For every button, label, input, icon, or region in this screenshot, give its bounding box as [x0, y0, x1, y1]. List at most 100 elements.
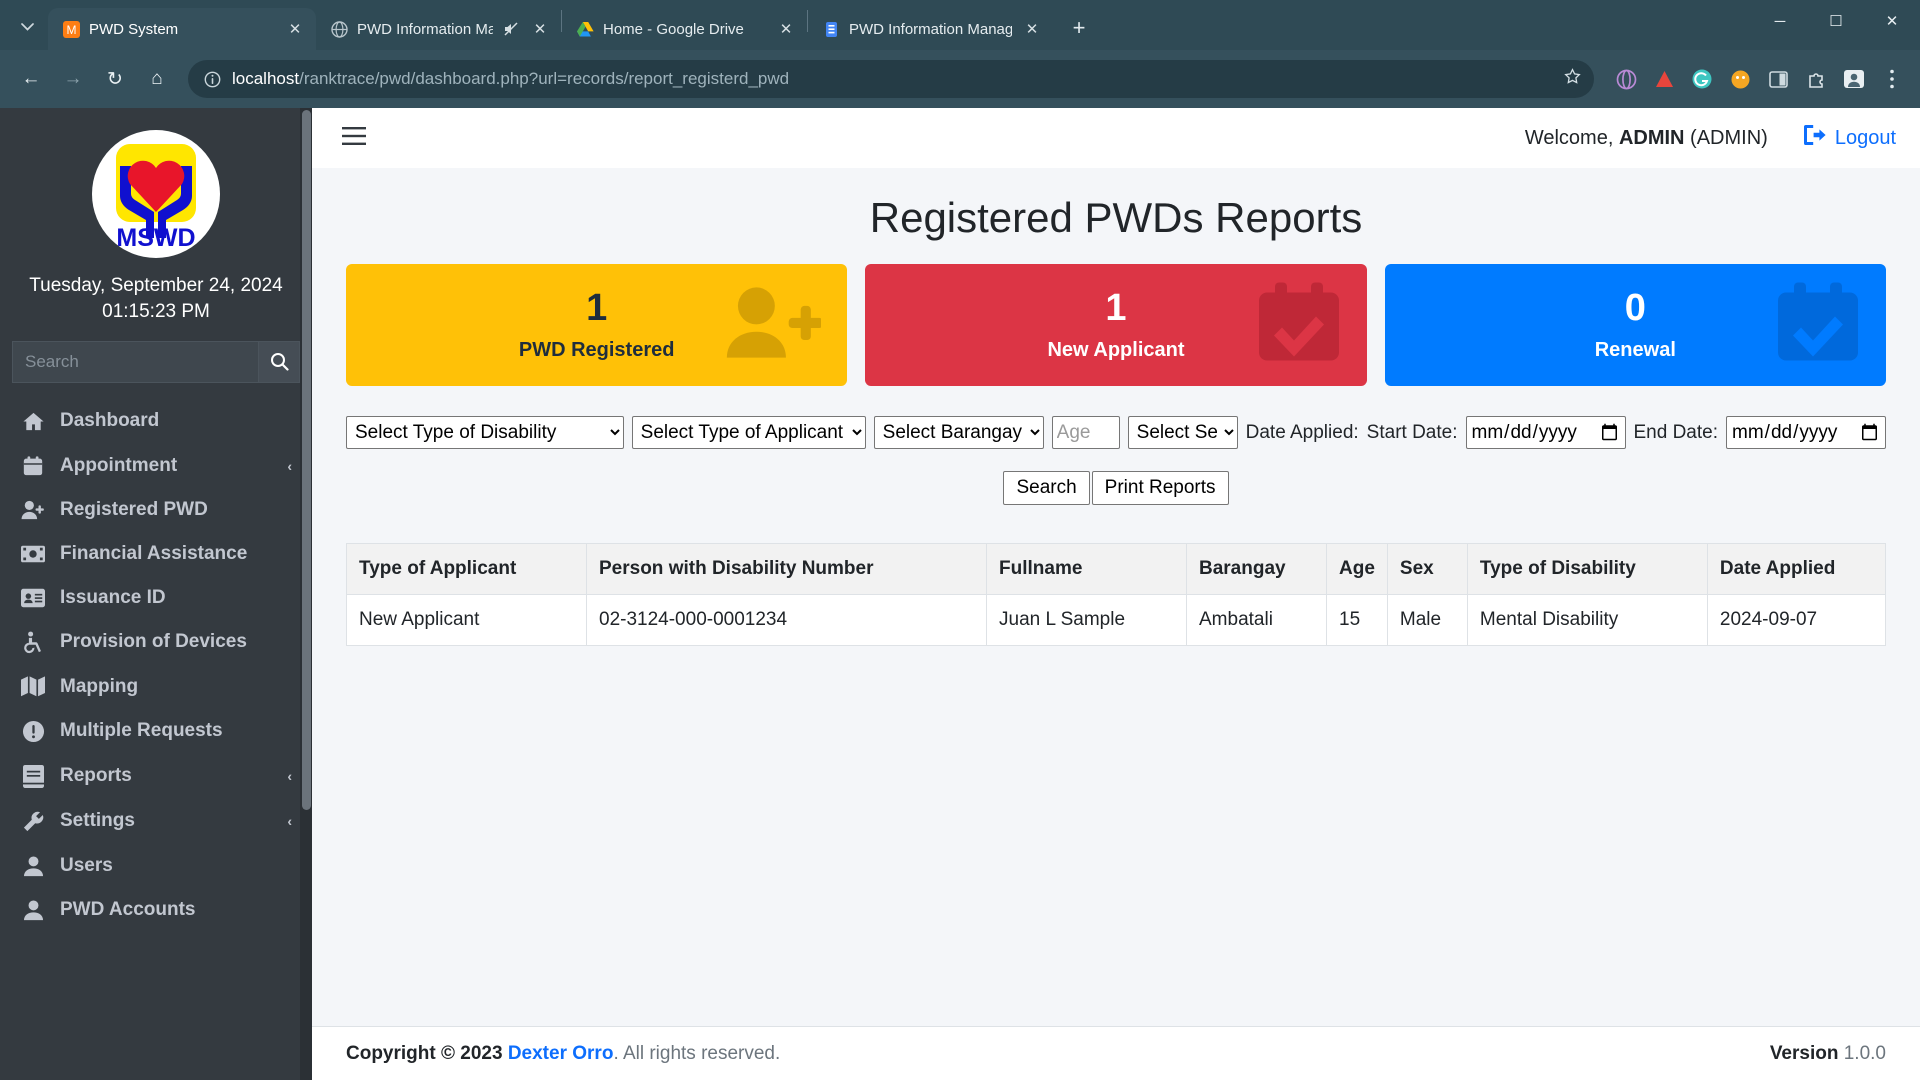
chevron-left-icon[interactable]: ‹ [287, 768, 296, 784]
author-link[interactable]: Dexter Orro [508, 1043, 614, 1064]
welcome-message: Welcome, ADMIN (ADMIN) [1525, 127, 1768, 150]
sidebar-item-reports[interactable]: Reports ‹ [0, 754, 312, 799]
sidebar-item-registered-pwd[interactable]: Registered PWD [0, 488, 312, 532]
browser-tab-pwd-info-1[interactable]: PWD Information Managem ✕ [316, 8, 561, 50]
sidebar-item-label: Mapping [60, 675, 139, 697]
card-renewal[interactable]: 0 Renewal [1384, 264, 1886, 386]
select-sex[interactable]: Select Sex [1127, 416, 1238, 449]
sidebar-item-label: Registered PWD [60, 498, 208, 520]
search-input[interactable] [12, 340, 259, 383]
search-icon[interactable] [259, 340, 300, 383]
sidebar-item-label: Issuance ID [60, 586, 166, 608]
window-controls: ─ ☐ ✕ [1752, 0, 1920, 50]
sidebar-date: Tuesday, September 24, 2024 [29, 275, 283, 296]
cell-type-of-applicant: New Applicant [346, 594, 587, 646]
card-label: New Applicant [1047, 339, 1185, 362]
cell-barangay: Ambatali [1186, 594, 1327, 646]
filter-actions: Search Print Reports [336, 449, 1896, 505]
print-reports-button[interactable]: Print Reports [1091, 471, 1229, 505]
forward-icon[interactable]: → [54, 60, 92, 98]
card-pwd-registered[interactable]: 1 PWD Registered [346, 264, 848, 386]
chevron-left-icon[interactable]: ‹ [287, 813, 296, 829]
split-screen-icon[interactable] [1762, 63, 1794, 95]
table-head: Type of Applicant Person with Disability… [346, 543, 1887, 595]
copyright-suffix: . All rights reserved. [613, 1042, 781, 1064]
exclamation-circle-icon [20, 720, 46, 743]
browser-tab-google-drive[interactable]: Home - Google Drive ✕ [562, 8, 807, 50]
browser-menu-icon[interactable] [1876, 63, 1908, 95]
reload-icon[interactable]: ↻ [96, 60, 134, 98]
sidebar-item-pwd-accounts[interactable]: PWD Accounts [0, 888, 312, 932]
end-date-input[interactable] [1726, 416, 1886, 449]
profile-icon[interactable] [1838, 63, 1870, 95]
sidebar-item-multiple-requests[interactable]: Multiple Requests [0, 709, 312, 754]
tab-strip: M PWD System ✕ PWD Information Managem ✕… [0, 0, 1920, 50]
card-new-applicant[interactable]: 1 New Applicant [865, 264, 1367, 386]
address-bar[interactable]: localhost/ranktrace/pwd/dashboard.php?ur… [188, 60, 1594, 98]
sidebar-item-issuance-id[interactable]: Issuance ID [0, 576, 312, 620]
back-icon[interactable]: ← [12, 60, 50, 98]
google-drive-favicon [576, 20, 594, 38]
sidebar-item-label: PWD Accounts [60, 898, 196, 920]
sidebar-time: 01:15:23 PM [102, 300, 210, 322]
card-value: 1 [1105, 286, 1127, 329]
sidebar-item-users[interactable]: Users [0, 844, 312, 888]
version-label: Version [1769, 1042, 1844, 1064]
browser-tab-pwd-system[interactable]: M PWD System ✕ [48, 8, 316, 50]
info-circle-icon[interactable] [202, 69, 222, 89]
select-type-of-applicant[interactable]: Select Type of Applicant [631, 416, 866, 449]
opera-icon[interactable] [1610, 63, 1642, 95]
version-text: Version 1.0.0 [1770, 1043, 1886, 1065]
sidebar-item-appointment[interactable]: Appointment ‹ [0, 444, 312, 488]
close-icon[interactable]: ✕ [284, 18, 306, 40]
end-date-label: End Date: [1633, 421, 1719, 443]
welcome-username: ADMIN [1618, 126, 1685, 149]
puzzle-extensions-icon[interactable] [1800, 63, 1832, 95]
mute-icon[interactable] [502, 21, 520, 37]
sidebar-item-label: Dashboard [60, 410, 160, 431]
grammarly-icon[interactable] [1686, 63, 1718, 95]
sidebar-item-settings[interactable]: Settings ‹ [0, 799, 312, 844]
sidebar-item-label: Reports [60, 765, 132, 786]
logout-button[interactable]: Logout [1803, 125, 1896, 151]
start-date-input[interactable] [1465, 416, 1626, 449]
chevron-down-icon[interactable] [10, 10, 44, 44]
extension-icons [1606, 63, 1908, 95]
table-row[interactable]: New Applicant 02-3124-000-0001234 Juan L… [346, 594, 1887, 646]
close-icon[interactable]: ✕ [1021, 18, 1043, 40]
sidebar-brand[interactable]: MSWD Tuesday, September 24, 2024 01:15:2… [0, 108, 312, 323]
maximize-button[interactable]: ☐ [1808, 0, 1864, 42]
document-favicon [822, 20, 840, 38]
sidebar-item-label: Users [60, 854, 113, 876]
close-icon[interactable]: ✕ [775, 18, 797, 40]
browser-tab-pwd-info-2[interactable]: PWD Information Management ✕ [808, 8, 1053, 50]
sidebar-scrollbar-thumb[interactable] [302, 110, 311, 810]
select-barangay[interactable]: Select Barangay [873, 416, 1044, 449]
content-area: Welcome, ADMIN (ADMIN) Logout Registered… [312, 108, 1920, 1080]
close-window-button[interactable]: ✕ [1864, 0, 1920, 42]
sidebar-item-label: Financial Assistance [60, 542, 248, 564]
new-tab-button[interactable]: + [1061, 10, 1097, 46]
honey-icon[interactable] [1724, 63, 1756, 95]
star-icon[interactable] [1560, 68, 1584, 90]
adobe-acrobat-icon[interactable] [1648, 63, 1680, 95]
sidebar-item-financial-assistance[interactable]: Financial Assistance [0, 532, 312, 576]
select-type-of-disability[interactable]: Select Type of Disability [346, 416, 624, 449]
footer: Copyright © 2023 Dexter Orro. All rights… [312, 1026, 1920, 1080]
close-icon[interactable]: ✕ [529, 18, 551, 40]
search-button[interactable]: Search [1003, 471, 1090, 505]
hamburger-icon[interactable] [336, 121, 372, 155]
age-input[interactable] [1051, 416, 1120, 449]
minimize-button[interactable]: ─ [1752, 0, 1808, 42]
sidebar-item-mapping[interactable]: Mapping [0, 665, 312, 709]
report-table-wrapper: Type of Applicant Person with Disability… [336, 505, 1896, 646]
sidebar-item-dashboard[interactable]: Dashboard [0, 399, 312, 444]
book-icon [20, 764, 46, 788]
home-icon[interactable]: ⌂ [138, 60, 176, 98]
chevron-left-icon[interactable]: ‹ [287, 458, 296, 474]
sidebar-item-label: Multiple Requests [60, 720, 223, 741]
filter-bar: Select Type of Disability Select Type of… [336, 386, 1896, 449]
sidebar-item-provision-of-devices[interactable]: Provision of Devices [0, 620, 312, 665]
user-icon [20, 855, 46, 877]
top-navbar: Welcome, ADMIN (ADMIN) Logout [312, 108, 1920, 168]
